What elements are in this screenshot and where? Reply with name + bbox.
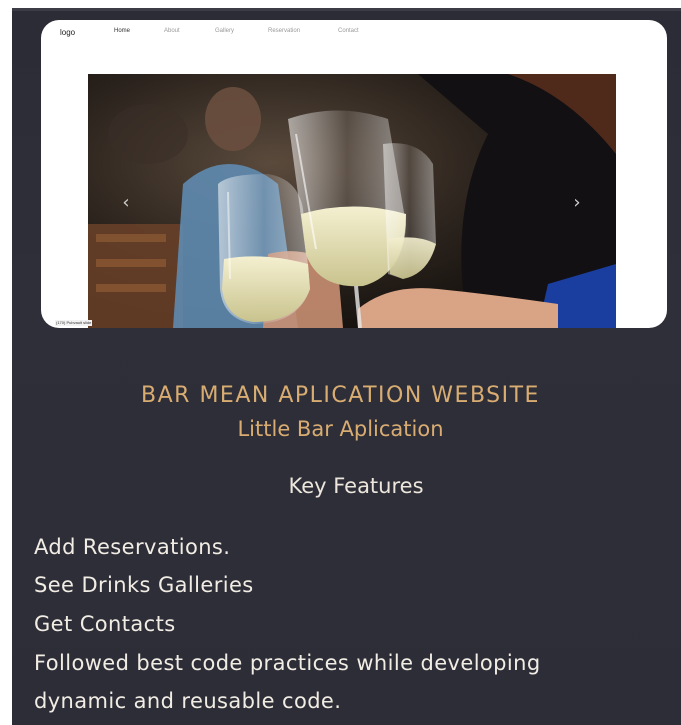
website-screenshot-card: logo Home About Gallery Reservation Cont… xyxy=(41,20,667,328)
nav-link-gallery[interactable]: Gallery xyxy=(215,28,234,34)
hero-image xyxy=(88,74,616,328)
nav-link-home[interactable]: Home xyxy=(114,28,130,34)
page-subtitle: Little Bar Aplication xyxy=(237,417,444,441)
page-title: BAR MEAN APLICATION WEBSITE xyxy=(141,383,540,408)
key-features-heading: Key Features xyxy=(288,474,424,498)
nav-link-contact[interactable]: Contact xyxy=(338,28,359,34)
carousel-prev-arrow[interactable]: ‹ xyxy=(118,193,134,213)
page-frame: logo Home About Gallery Reservation Cont… xyxy=(0,0,681,725)
carousel-next-arrow[interactable]: › xyxy=(569,193,585,213)
feature-item-galleries: See Drinks Galleries xyxy=(34,573,254,597)
feature-item-best-practices: Followed best code practices while devel… xyxy=(34,651,541,675)
logo[interactable]: logo xyxy=(60,28,75,37)
nav-link-reservation[interactable]: Reservation xyxy=(268,28,300,34)
panel-top-edge xyxy=(12,8,681,11)
nav-link-about[interactable]: About xyxy=(164,28,180,34)
feature-item-reusable-code: dynamic and reusable code. xyxy=(34,689,342,713)
hero-carousel[interactable]: ‹ › xyxy=(88,74,616,328)
navbar: logo Home About Gallery Reservation Cont… xyxy=(41,20,667,50)
feature-item-reservations: Add Reservations. xyxy=(34,535,231,559)
image-caption: (170) Pubvault slide xyxy=(55,320,93,326)
feature-item-contacts: Get Contacts xyxy=(34,612,176,636)
